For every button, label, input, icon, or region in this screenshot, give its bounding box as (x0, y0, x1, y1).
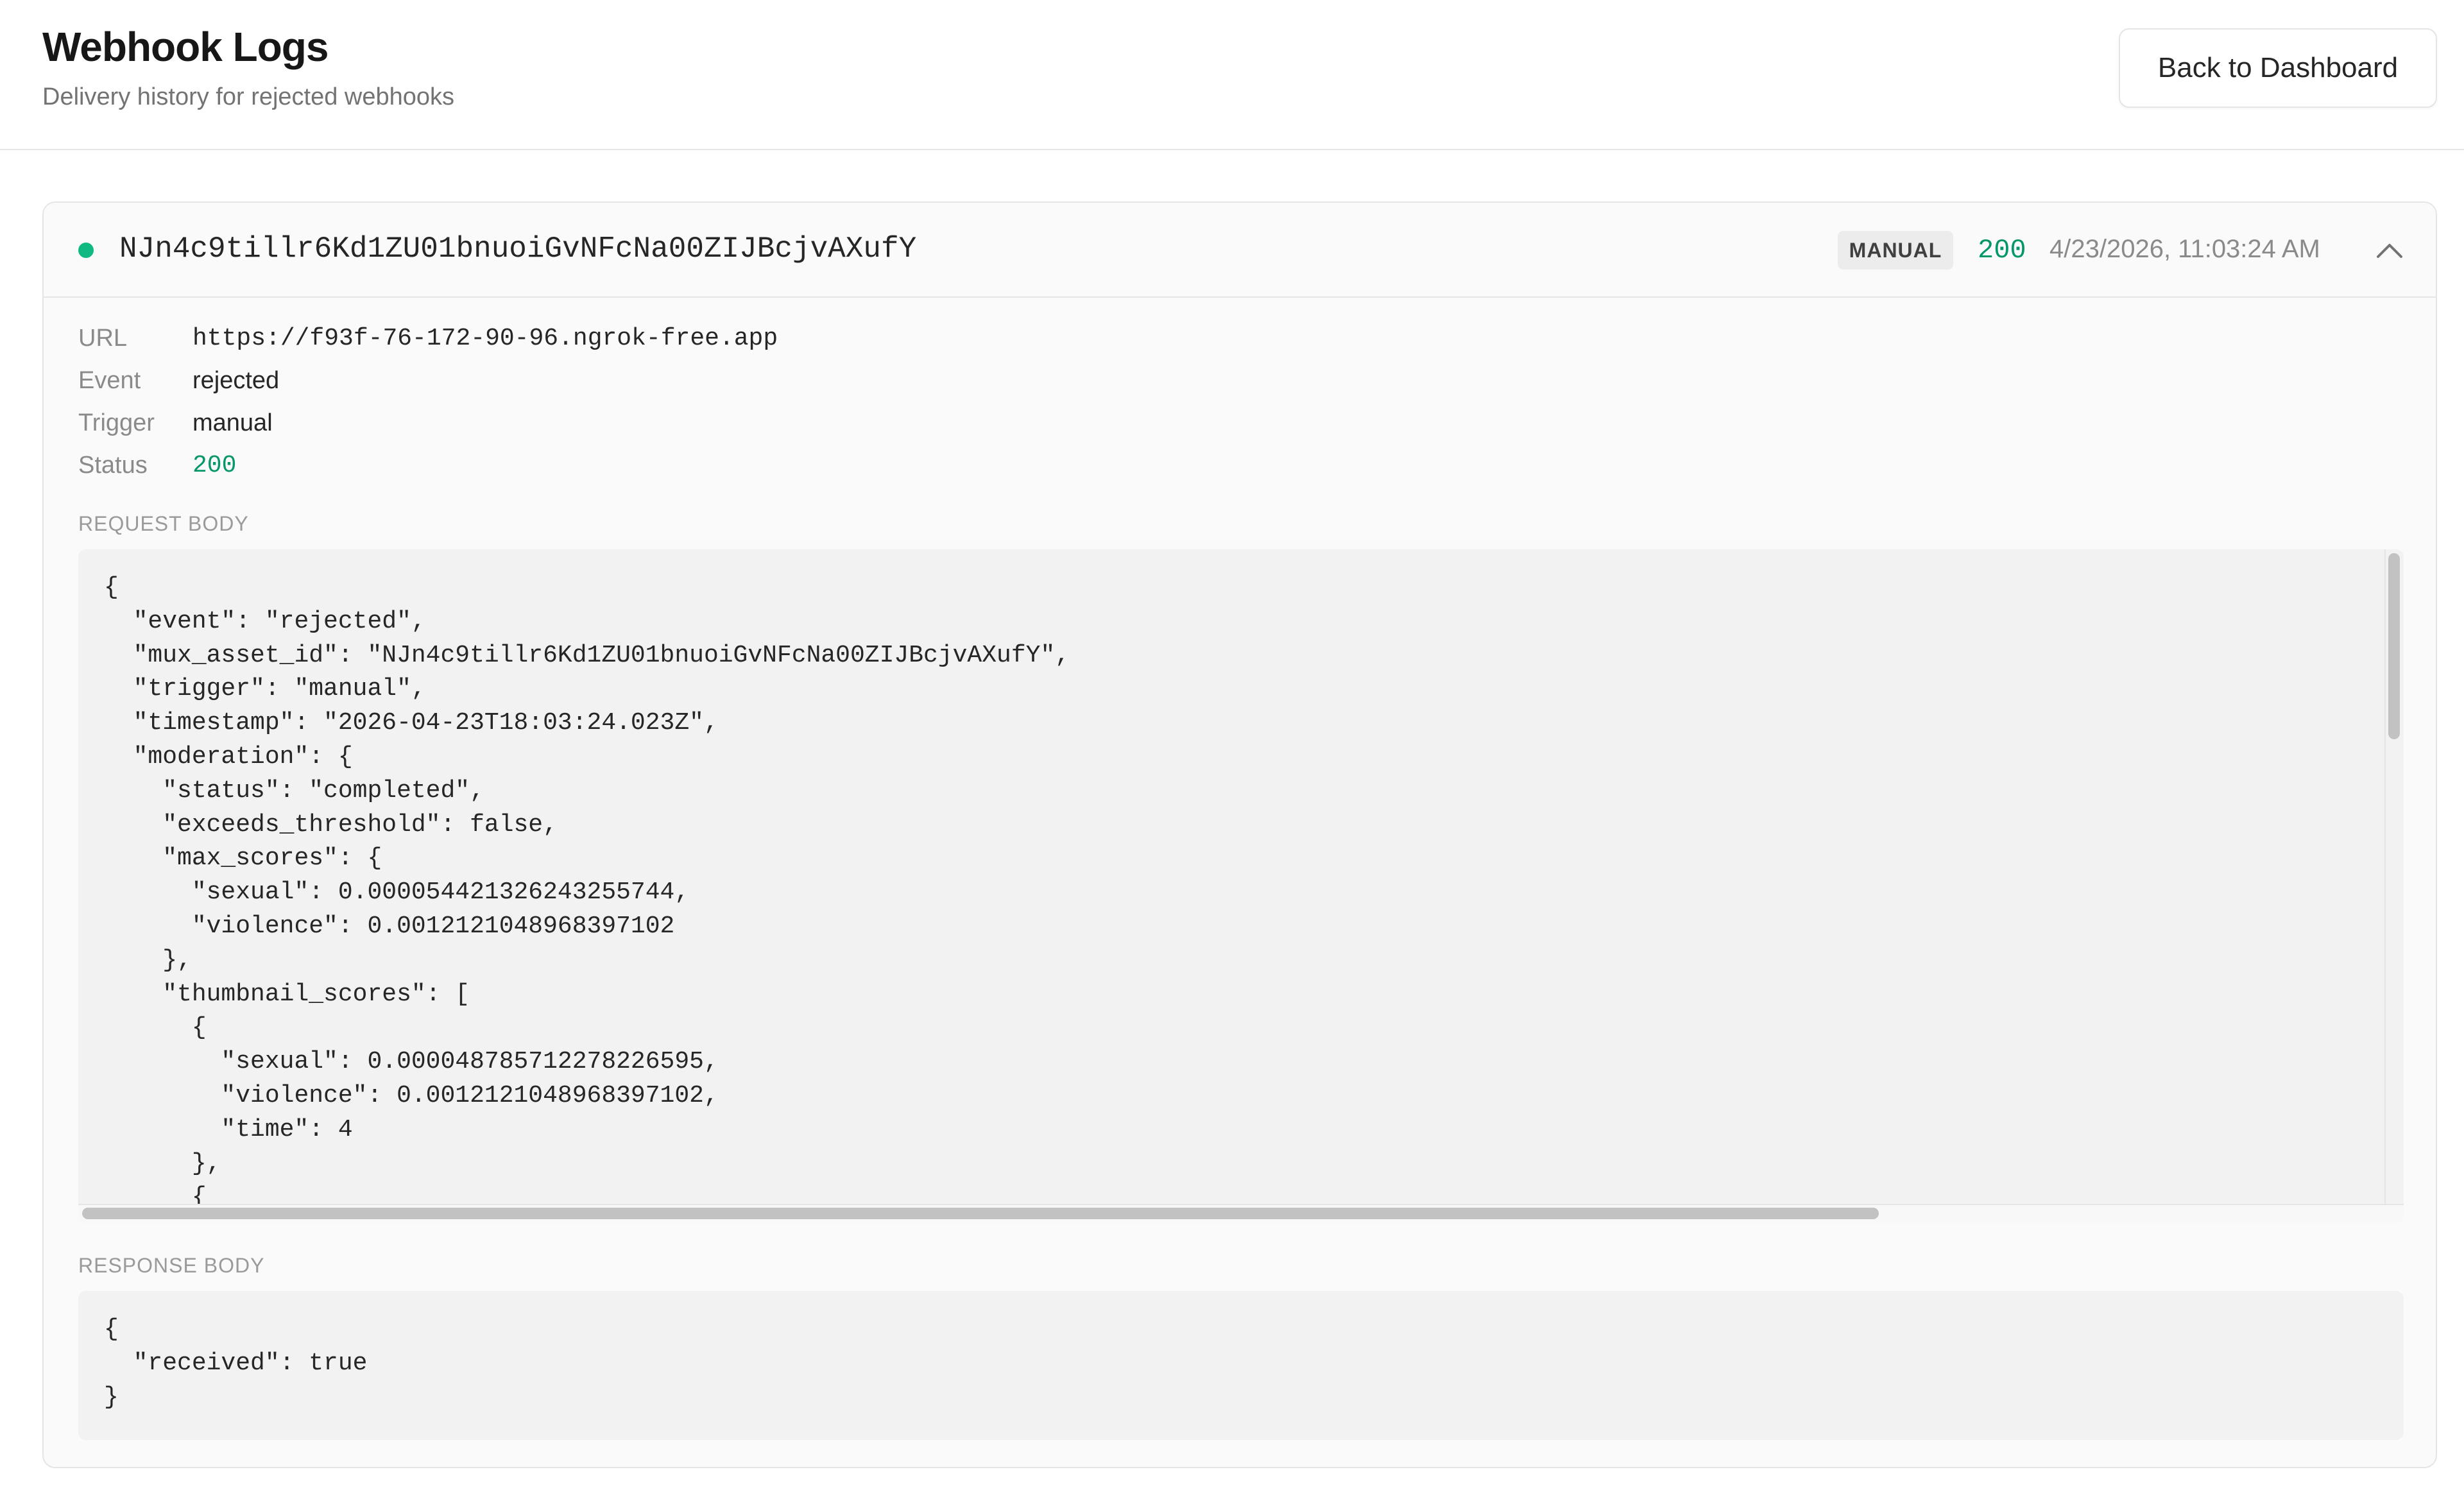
detail-label-url: URL (78, 325, 128, 352)
chevron-up-icon[interactable] (2372, 235, 2408, 266)
page-header: Webhook Logs Delivery history for reject… (0, 0, 2464, 150)
detail-value-trigger: manual (193, 409, 273, 436)
back-to-dashboard-button[interactable]: Back to Dashboard (2119, 28, 2437, 108)
status-code: 200 (1978, 235, 2026, 266)
page-subtitle: Delivery history for rejected webhooks (42, 83, 455, 110)
status-dot-icon (78, 243, 94, 258)
page-title: Webhook Logs (42, 24, 329, 70)
request-body-label: REQUEST BODY (78, 512, 249, 535)
detail-label-trigger: Trigger (78, 409, 155, 436)
detail-value-event: rejected (193, 367, 280, 394)
trigger-badge: MANUAL (1838, 231, 1953, 270)
detail-value-url: https://f93f-76-172-90-96.ngrok-free.app (193, 325, 778, 352)
log-timestamp: 4/23/2026, 11:03:24 AM (2049, 235, 2320, 263)
request-body-code[interactable]: { "event": "rejected", "mux_asset_id": "… (78, 549, 2404, 1223)
request-body-json: { "event": "rejected", "mux_asset_id": "… (104, 574, 1070, 1212)
detail-value-status: 200 (193, 452, 237, 479)
detail-label-event: Event (78, 367, 141, 394)
webhook-log-card: NJn4c9tillr6Kd1ZU01bnuoiGvNFcNa00ZIJBcjv… (42, 201, 2437, 1468)
vertical-scrollbar-thumb[interactable] (2388, 553, 2400, 739)
response-body-json: { "received": true } (104, 1315, 368, 1411)
asset-id: NJn4c9tillr6Kd1ZU01bnuoiGvNFcNa00ZIJBcjv… (119, 232, 917, 266)
horizontal-scrollbar-thumb[interactable] (82, 1208, 1879, 1219)
vertical-scrollbar[interactable] (2384, 549, 2404, 1223)
response-body-label: RESPONSE BODY (78, 1254, 265, 1277)
response-body-code: { "received": true } (78, 1291, 2404, 1440)
detail-label-status: Status (78, 452, 148, 479)
horizontal-scrollbar[interactable] (78, 1204, 2404, 1223)
log-entry-header[interactable]: NJn4c9tillr6Kd1ZU01bnuoiGvNFcNa00ZIJBcjv… (44, 203, 2436, 298)
